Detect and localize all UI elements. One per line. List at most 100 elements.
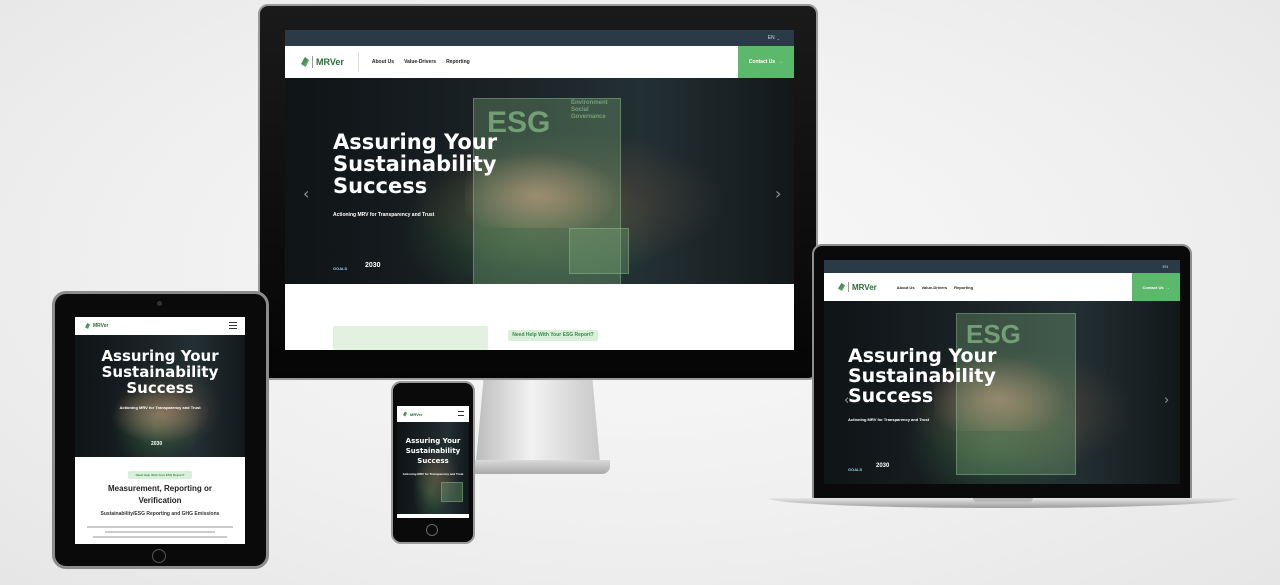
tablet-hero-subtitle: Actioning MRV for Transparency and Trust xyxy=(119,405,201,410)
hero-title-line-2: Sustainability xyxy=(333,152,497,177)
phone-screen: MRVer Assuring Your Sustainability Succe… xyxy=(397,406,469,518)
tablet-logo-text: MRVer xyxy=(93,323,109,329)
top-bar: EN ⌄ xyxy=(285,30,794,46)
phone-hero-title-line-1: Assuring Your xyxy=(405,437,461,445)
laptop-top-bar: EN xyxy=(824,260,1180,273)
laptop-nav-links: About Us Value-Drivers Reporting xyxy=(897,285,973,290)
chevron-down-icon: ⌄ xyxy=(776,35,780,41)
hero-banner: ESG Environment Social Governance Assuri… xyxy=(285,78,794,284)
contact-us-button[interactable]: Contact Us → xyxy=(738,46,794,78)
agenda-2030-badge: 2030 xyxy=(365,262,381,269)
tablet-section-heading: Measurement, Reporting or Verification xyxy=(75,483,245,507)
hero-subtitle: Actioning MRV for Transparency and Trust xyxy=(333,212,435,218)
laptop-contact-us-button[interactable]: Contact Us → xyxy=(1132,273,1180,301)
phone-home-button[interactable] xyxy=(426,524,438,536)
hero-title: Assuring Your Sustainability Success xyxy=(333,131,497,197)
laptop-hero-title-line-2: Sustainability xyxy=(848,364,996,387)
monitor-stand xyxy=(476,380,600,462)
logo-mark-icon xyxy=(403,411,407,417)
logo-mark-icon xyxy=(85,323,90,329)
tablet-section-subheading: Sustainability/ESG Reporting and GHG Emi… xyxy=(100,511,220,517)
contact-us-label: Contact Us xyxy=(748,59,776,65)
laptop-hero-banner: ESG Assuring Your Sustainability Success… xyxy=(824,301,1180,484)
chevron-left-icon[interactable]: ‹ xyxy=(303,184,309,203)
phone-nav-bar: MRVer xyxy=(397,406,469,422)
laptop-hero-title-line-3: Success xyxy=(848,384,934,407)
esg-word-governance: Governance xyxy=(571,113,606,120)
arrow-right-icon: → xyxy=(1165,284,1170,290)
dashboard-icons-panel xyxy=(569,228,629,274)
tablet-section-heading-line-1: Measurement, Reporting or xyxy=(107,484,212,493)
chevron-left-icon[interactable]: ‹ xyxy=(844,393,849,408)
hero-title-line-1: Assuring Your xyxy=(333,130,498,154)
phone-hero-title: Assuring Your Sustainability Success xyxy=(397,436,469,466)
phone-logo-text: MRVer xyxy=(410,411,423,417)
help-esg-report-badge[interactable]: Need Help With Your ESG Report? xyxy=(508,330,598,341)
phone: MRVer Assuring Your Sustainability Succe… xyxy=(391,381,475,544)
chevron-right-icon[interactable]: › xyxy=(775,184,781,203)
arrow-right-icon: → xyxy=(778,59,784,65)
nav-value-drivers[interactable]: Value-Drivers xyxy=(404,59,436,65)
nav-about-us[interactable]: About Us xyxy=(372,59,394,65)
logo-divider xyxy=(312,56,313,68)
logo-mark-icon xyxy=(838,283,845,291)
phone-hero-subtitle: Actioning MRV for Transparency and Trust xyxy=(402,472,464,476)
hero-title-line-3: Success xyxy=(333,174,428,199)
laptop-language-selector[interactable]: EN xyxy=(1162,264,1168,269)
phone-logo[interactable]: MRVer xyxy=(403,411,423,417)
hamburger-menu-icon[interactable] xyxy=(458,411,464,416)
tablet-home-button[interactable] xyxy=(152,549,166,563)
logo[interactable]: MRVer xyxy=(301,56,344,68)
laptop-hero-title-line-1: Assuring Your xyxy=(848,345,997,367)
responsive-mockup-scene: EN ⌄ MRVer About Us Value-Drivers Reporti… xyxy=(0,0,1280,585)
laptop-hero-title: Assuring Your Sustainability Success xyxy=(848,345,997,407)
logo-divider xyxy=(848,282,849,292)
esg-word-social: Social xyxy=(571,106,589,113)
nav-bar: MRVer About Us Value-Drivers Reporting C… xyxy=(285,46,794,78)
hamburger-menu-icon[interactable] xyxy=(229,322,237,329)
tablet-camera-icon xyxy=(157,301,162,306)
nav-divider xyxy=(357,52,359,72)
laptop-screen: EN MRVer About Us Value-Drivers Reportin… xyxy=(824,260,1180,484)
nav-reporting[interactable]: Reporting xyxy=(446,59,470,65)
tablet-hero-banner: Assuring Your Sustainability Success Act… xyxy=(75,335,245,457)
tablet-hero-title-line-3: Success xyxy=(126,378,194,397)
agenda-2030-badge: 2030 xyxy=(151,441,163,447)
esg-word-environment: Environment xyxy=(571,100,608,106)
tablet-logo[interactable]: MRVer xyxy=(85,323,108,329)
phone-hero-banner: Assuring Your Sustainability Success Act… xyxy=(397,422,469,514)
desktop-screen: EN ⌄ MRVer About Us Value-Drivers Reporti… xyxy=(285,30,794,350)
logo-mark-icon xyxy=(301,57,309,67)
laptop-nav-about-us[interactable]: About Us xyxy=(897,285,915,290)
desktop-monitor: EN ⌄ MRVer About Us Value-Drivers Reporti… xyxy=(258,4,818,474)
nav-links: About Us Value-Drivers Reporting xyxy=(372,59,470,65)
sdg-goals-badge: GOALS xyxy=(333,266,348,271)
content-card xyxy=(333,326,488,350)
tablet-hero-title: Assuring Your Sustainability Success xyxy=(75,348,245,397)
phone-hero-title-line-2: Sustainability xyxy=(405,447,461,456)
agenda-2030-badge: 2030 xyxy=(876,463,890,469)
tablet: MRVer Assuring Your Sustainability Succe… xyxy=(52,291,269,569)
laptop-hero-subtitle: Actioning MRV for Transparency and Trust xyxy=(848,417,930,422)
laptop-contact-us-label: Contact Us xyxy=(1142,284,1164,290)
language-selector[interactable]: EN xyxy=(768,35,775,41)
monitor-base xyxy=(466,460,610,474)
phone-hero-title-line-3: Success xyxy=(417,457,449,466)
laptop-notch xyxy=(973,498,1033,502)
tablet-body-text-lines xyxy=(87,523,233,541)
laptop-logo[interactable]: MRVer xyxy=(838,282,877,292)
logo-text: MRVer xyxy=(316,57,344,67)
laptop-nav-reporting[interactable]: Reporting xyxy=(954,285,973,290)
laptop-nav-bar: MRVer About Us Value-Drivers Reporting C… xyxy=(824,273,1180,301)
tablet-section-heading-line-2: Verification xyxy=(138,496,182,505)
dashboard-icons-panel xyxy=(441,482,463,502)
laptop-nav-value-drivers[interactable]: Value-Drivers xyxy=(922,285,948,290)
chevron-right-icon[interactable]: › xyxy=(1164,393,1169,408)
tablet-nav-bar: MRVer xyxy=(75,317,245,335)
sdg-goals-badge: GOALS xyxy=(848,467,863,472)
esg-words: Environment Social Governance xyxy=(571,100,608,121)
tablet-help-esg-report-badge[interactable]: Need Help With Your ESG Report? xyxy=(128,471,192,479)
laptop: EN MRVer About Us Value-Drivers Reportin… xyxy=(768,244,1238,516)
laptop-logo-text: MRVer xyxy=(852,282,877,292)
tablet-screen: MRVer Assuring Your Sustainability Succe… xyxy=(75,317,245,544)
